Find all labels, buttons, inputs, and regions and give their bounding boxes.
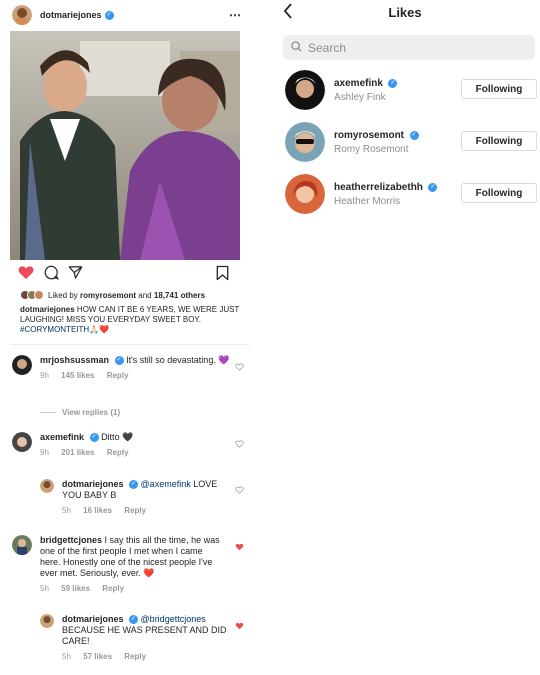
verified-icon: ✓ <box>89 433 99 443</box>
avatar[interactable] <box>12 432 32 452</box>
comment-text: Ditto <box>101 432 120 442</box>
comment-likes[interactable]: 201 likes <box>61 448 94 457</box>
comment-item: mrjoshsussman ✓ It's still so devastatin… <box>12 355 232 381</box>
post-header: dotmariejones ✓ ⋯ <box>12 3 242 27</box>
search-placeholder: Search <box>308 40 347 55</box>
reply-item: dotmariejones ✓ @axemefink LOVE YOU BABY… <box>40 479 230 516</box>
comment-likes[interactable]: 16 likes <box>83 506 112 515</box>
comment-time: 5h <box>62 652 71 661</box>
avatar[interactable] <box>40 479 54 493</box>
comment-mention[interactable]: @axemefink <box>141 479 191 489</box>
like-username[interactable]: heatherrelizabethh <box>334 182 423 193</box>
share-icon[interactable] <box>68 265 83 282</box>
liked-by-and: and <box>138 290 152 300</box>
comment-username[interactable]: bridgettcjones <box>40 535 102 545</box>
like-row[interactable]: romyrosemont ✓ Romy Rosemont Following <box>285 122 540 162</box>
verified-icon: ✓ <box>428 182 438 192</box>
divider <box>40 412 56 413</box>
reply-button[interactable]: Reply <box>124 652 146 661</box>
avatar[interactable] <box>40 614 54 628</box>
avatar[interactable] <box>285 70 325 110</box>
liked-by-prefix: Liked by <box>48 290 78 300</box>
heart-outline-icon[interactable] <box>235 440 244 450</box>
comment-username[interactable]: dotmariejones <box>62 614 124 624</box>
following-button[interactable]: Following <box>461 131 537 151</box>
like-username[interactable]: romyrosemont <box>334 130 404 141</box>
avatar[interactable] <box>12 5 32 25</box>
search-icon <box>291 41 302 54</box>
comment-time: 5h <box>40 584 49 593</box>
comment-emoji: ❤️ <box>143 568 155 578</box>
comment-username[interactable]: dotmariejones <box>62 479 124 489</box>
comment-text: It's still so devastating. <box>126 355 216 365</box>
search-input[interactable]: Search <box>283 35 535 60</box>
like-fullname: Romy Rosemont <box>334 143 409 155</box>
divider <box>10 344 250 345</box>
page-title: Likes <box>388 5 422 20</box>
verified-icon: ✓ <box>114 356 124 366</box>
liked-by-count[interactable]: 18,741 others <box>154 291 205 300</box>
verified-icon: ✓ <box>129 615 139 625</box>
like-row[interactable]: heatherrelizabethh ✓ Heather Morris Foll… <box>285 174 540 214</box>
comment-mention[interactable]: @bridgettcjones <box>141 614 206 624</box>
comment-icon[interactable] <box>44 265 60 282</box>
comment-item: axemefink ✓ Ditto 🖤 9h 201 likes Reply <box>12 432 232 458</box>
heart-outline-icon[interactable] <box>235 363 244 373</box>
more-icon[interactable]: ⋯ <box>229 8 242 22</box>
comment-username[interactable]: axemefink <box>40 432 84 442</box>
heart-filled-icon[interactable] <box>235 543 244 553</box>
liked-by[interactable]: Liked by romyrosemont and 18,741 others <box>20 290 205 300</box>
heart-filled-icon[interactable] <box>235 622 244 632</box>
liked-avatars <box>20 290 44 300</box>
comment-time: 9h <box>40 448 49 457</box>
comment-time: 5h <box>62 506 71 515</box>
comment-likes[interactable]: 145 likes <box>61 371 94 380</box>
bookmark-icon[interactable] <box>216 265 229 283</box>
comment-text: BECAUSE HE WAS PRESENT AND DID CARE! <box>62 625 227 646</box>
caption-emoji: 🙏🏻❤️ <box>89 325 110 334</box>
view-replies-label: View replies (1) <box>62 408 121 417</box>
heart-outline-icon[interactable] <box>235 486 244 496</box>
following-button[interactable]: Following <box>461 79 537 99</box>
reply-button[interactable]: Reply <box>124 506 146 515</box>
comment-time: 9h <box>40 371 49 380</box>
heart-filled-icon[interactable] <box>18 265 34 282</box>
avatar[interactable] <box>285 122 325 162</box>
post-photo[interactable] <box>10 31 240 260</box>
following-button[interactable]: Following <box>461 183 537 203</box>
like-row[interactable]: axemefink ✓ Ashley Fink Following <box>285 70 540 110</box>
comment-emoji: 🖤 <box>122 432 134 442</box>
post-panel: dotmariejones ✓ ⋯ Liked by romyrosemont … <box>0 0 250 675</box>
verified-icon: ✓ <box>129 480 139 490</box>
comment-likes[interactable]: 57 likes <box>83 652 112 661</box>
verified-icon: ✓ <box>409 130 419 140</box>
post-caption: dotmariejones HOW CAN IT BE 6 YEARS, WE … <box>20 305 245 335</box>
avatar <box>34 290 44 300</box>
caption-hashtag[interactable]: #CORYMONTEITH <box>20 325 89 334</box>
reply-button[interactable]: Reply <box>107 371 129 380</box>
avatar[interactable] <box>12 535 32 555</box>
comment-item: bridgettcjones I say this all the time, … <box>12 535 222 594</box>
reply-button[interactable]: Reply <box>107 448 129 457</box>
post-actions <box>18 265 233 283</box>
comment-emoji: 💜 <box>218 355 230 365</box>
like-fullname: Ashley Fink <box>334 91 386 103</box>
post-username[interactable]: dotmariejones <box>40 10 102 20</box>
reply-item: dotmariejones ✓ @bridgettcjones BECAUSE … <box>40 614 230 662</box>
comment-username[interactable]: mrjoshsussman <box>40 355 109 365</box>
reply-button[interactable]: Reply <box>102 584 124 593</box>
verified-icon: ✓ <box>104 10 114 20</box>
like-username[interactable]: axemefink <box>334 78 383 89</box>
avatar[interactable] <box>12 355 32 375</box>
liked-by-user[interactable]: romyrosemont <box>80 291 136 300</box>
view-replies-button[interactable]: View replies (1) <box>40 408 120 417</box>
verified-icon: ✓ <box>388 78 398 88</box>
avatar[interactable] <box>285 174 325 214</box>
like-fullname: Heather Morris <box>334 195 401 207</box>
comment-likes[interactable]: 59 likes <box>61 584 90 593</box>
caption-username[interactable]: dotmariejones <box>20 305 75 314</box>
